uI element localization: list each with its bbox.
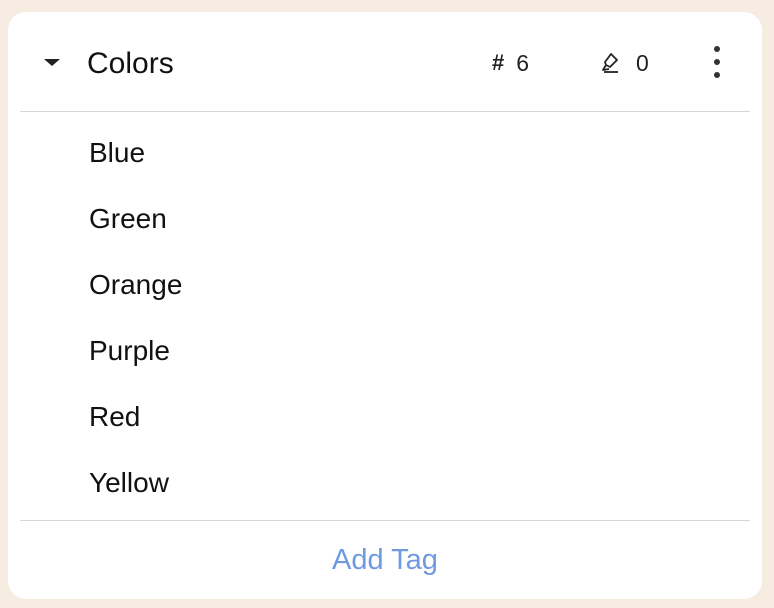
highlight-count-value: 0 (636, 49, 649, 76)
tag-list: Blue Green Orange Purple Red Yellow (8, 120, 762, 516)
more-vertical-icon[interactable] (708, 46, 726, 78)
tag-item-red[interactable]: Red (8, 384, 762, 450)
hash-icon: # (492, 50, 505, 75)
footer-divider (20, 520, 750, 521)
highlighter-icon (602, 53, 618, 73)
tag-item-green[interactable]: Green (8, 186, 762, 252)
header-divider (20, 111, 750, 112)
add-tag-button[interactable]: Add Tag (8, 540, 762, 580)
tag-item-yellow[interactable]: Yellow (8, 450, 762, 516)
tag-count-value: 6 (516, 49, 530, 76)
caret-down-icon[interactable] (44, 59, 60, 66)
tag-item-orange[interactable]: Orange (8, 252, 762, 318)
tag-group-header: Colors # 6 0 (8, 12, 762, 112)
highlight-count: 0 (600, 48, 649, 78)
tag-group-title: Colors (87, 47, 174, 80)
tag-group-card: Colors # 6 0 Blue Green Orange Purple Re… (8, 12, 762, 599)
tag-item-purple[interactable]: Purple (8, 318, 762, 384)
tag-item-blue[interactable]: Blue (8, 120, 762, 186)
tag-count: # 6 (492, 48, 529, 78)
